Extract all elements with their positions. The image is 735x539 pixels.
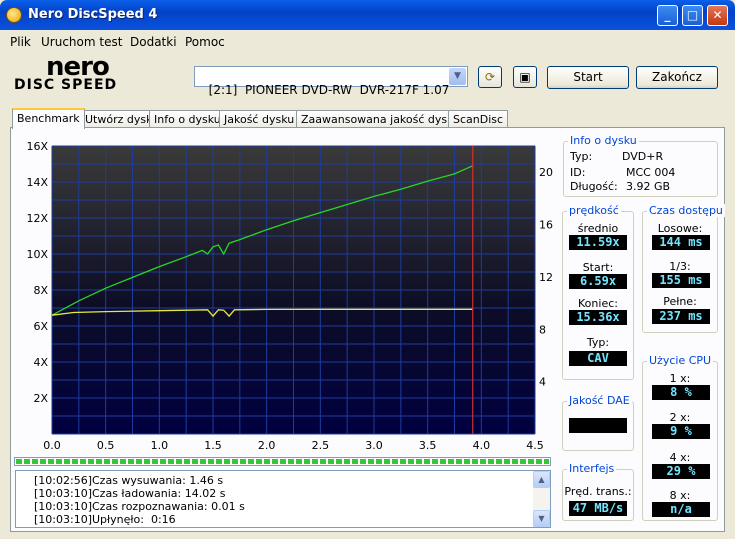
- y-right-axis-ticks: 4 8 12 16 20: [539, 166, 553, 388]
- x-axis-ticks: 0.0 0.5 1.0 1.5 2.0 2.5 3.0 3.5 4.0 4.5: [43, 439, 544, 452]
- log-item: [10:02:56]Czas wysuwania: 1.46 s: [34, 474, 224, 487]
- y-left-tick-label: 8X: [33, 284, 48, 297]
- access-third-label: 1/3:: [669, 260, 691, 273]
- log-item: [10:03:10]Czas ładowania: 14.02 s: [34, 487, 226, 500]
- cpu-4x-value: 29 %: [652, 464, 710, 479]
- log-item: [10:03:10]Czas rozpoznawania: 0.01 s: [34, 500, 245, 513]
- x-tick-label: 4.5: [526, 439, 544, 452]
- progress-fill: [16, 459, 549, 464]
- burst-rate-value: 47 MB/s: [569, 501, 627, 516]
- x-tick-label: 2.5: [312, 439, 330, 452]
- dae-quality-title: Jakość DAE: [567, 394, 632, 407]
- y-left-tick-label: 14X: [26, 176, 48, 189]
- cpu-8x-value: n/a: [652, 502, 710, 517]
- speed-start-label: Start:: [582, 261, 614, 274]
- x-tick-label: 1.0: [151, 439, 169, 452]
- access-random-label: Losowe:: [657, 222, 703, 235]
- cpu-2x-label: 2 x:: [669, 411, 691, 424]
- dae-quality-value: [569, 418, 627, 433]
- disc-id-row: ID: MCC 004: [570, 166, 676, 179]
- y-left-tick-label: 6X: [33, 320, 48, 333]
- scroll-up-icon[interactable]: ▲: [533, 471, 550, 488]
- speed-type-value: CAV: [569, 351, 627, 366]
- interface-title: Interfejs: [567, 462, 617, 475]
- y-left-tick-label: 2X: [33, 392, 48, 405]
- speed-end-label: Koniec:: [578, 297, 618, 310]
- cpu-usage-group: Użycie CPU 1 x: 8 % 2 x: 9 % 4 x: 29 % 8…: [642, 354, 718, 521]
- y-right-tick-label: 16: [539, 219, 553, 232]
- log-list: [10:02:56]Czas wysuwania: 1.46 s [10:03:…: [15, 470, 551, 528]
- cpu-4x-label: 4 x:: [669, 451, 691, 464]
- x-tick-label: 3.0: [365, 439, 383, 452]
- access-time-group: Czas dostępu Losowe: 144 ms 1/3: 155 ms …: [642, 204, 725, 333]
- speed-title: prędkość: [567, 204, 621, 217]
- disc-info-group: Info o dysku Typ: DVD+R ID: MCC 004 Długoś…: [563, 134, 718, 197]
- disc-length-row: Długość: 3.92 GB: [570, 180, 671, 193]
- speed-type-label: Typ:: [586, 336, 610, 349]
- disc-length-value: 3.92 GB: [626, 180, 671, 193]
- log-scrollbar[interactable]: ▲ ▼: [533, 471, 550, 527]
- progress-bar: [14, 457, 551, 466]
- x-tick-label: 0.5: [97, 439, 115, 452]
- access-full-label: Pełne:: [663, 295, 697, 308]
- speed-average-value: 11.59x: [569, 235, 627, 250]
- scroll-down-icon[interactable]: ▼: [533, 510, 550, 527]
- cpu-1x-label: 1 x:: [669, 372, 691, 385]
- y-left-tick-label: 10X: [26, 248, 48, 261]
- access-random-value: 144 ms: [652, 235, 710, 250]
- y-right-tick-label: 20: [539, 166, 553, 179]
- speed-start-value: 6.59x: [569, 274, 627, 289]
- access-time-title: Czas dostępu: [647, 204, 725, 217]
- x-tick-label: 1.5: [204, 439, 222, 452]
- y-left-tick-label: 4X: [33, 356, 48, 369]
- y-left-axis-ticks: 2X 4X 6X 8X 10X 12X 14X 16X: [26, 140, 48, 405]
- tab-benchmark[interactable]: Benchmark: [12, 108, 85, 129]
- burst-rate-label: Pręd. trans.:: [564, 485, 632, 498]
- interface-group: Interfejs Pręd. trans.: 47 MB/s: [562, 462, 634, 521]
- x-tick-label: 2.0: [258, 439, 276, 452]
- y-right-tick-label: 8: [539, 323, 546, 336]
- y-left-tick-label: 16X: [26, 140, 48, 153]
- disc-info-title: Info o dysku: [568, 134, 639, 147]
- access-full-value: 237 ms: [652, 309, 710, 324]
- y-right-tick-label: 4: [539, 376, 546, 389]
- y-left-tick-label: 12X: [26, 212, 48, 225]
- disc-type-row: Typ: DVD+R: [570, 150, 664, 163]
- speed-end-value: 15.36x: [569, 310, 627, 325]
- speed-average-label: średnio: [577, 222, 619, 235]
- cpu-8x-label: 8 x:: [669, 489, 691, 502]
- log-item: [10:03:10]Upłynęło: 0:16: [34, 513, 176, 526]
- x-tick-label: 0.0: [43, 439, 61, 452]
- x-tick-label: 3.5: [419, 439, 437, 452]
- cpu-2x-value: 9 %: [652, 424, 710, 439]
- access-third-value: 155 ms: [652, 273, 710, 288]
- disc-id-value: MCC 004: [626, 166, 676, 179]
- speed-group: prędkość średnio 11.59x Start: 6.59x Kon…: [562, 204, 634, 380]
- cpu-1x-value: 8 %: [652, 385, 710, 400]
- y-right-tick-label: 12: [539, 271, 553, 284]
- x-tick-label: 4.0: [473, 439, 491, 452]
- disc-type-value: DVD+R: [622, 150, 664, 163]
- dae-quality-group: Jakość DAE: [562, 394, 634, 451]
- cpu-usage-title: Użycie CPU: [647, 354, 714, 367]
